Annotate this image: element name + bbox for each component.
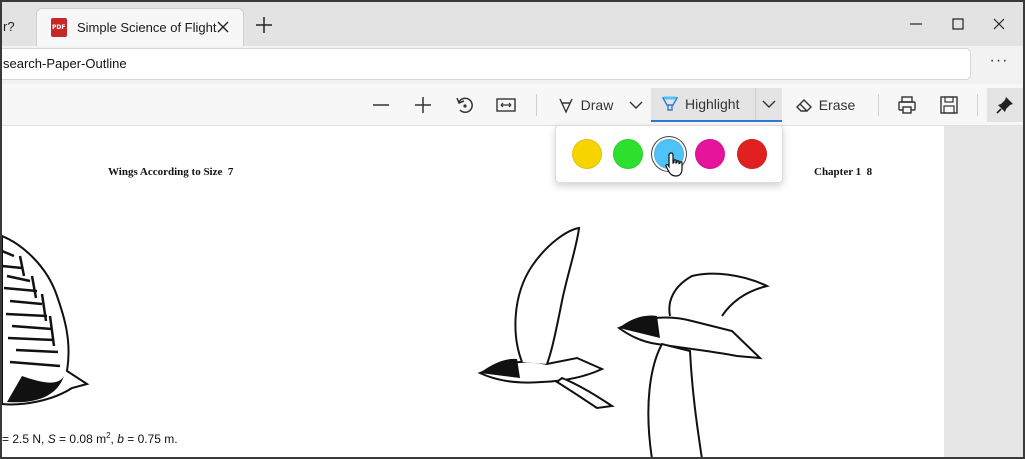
highlight-options-chevron[interactable] (755, 88, 782, 120)
eraser-icon (795, 99, 812, 112)
draw-options-chevron-icon[interactable] (626, 93, 646, 117)
browser-window: r? Simple Science of Flight search-Paper… (0, 0, 1025, 459)
address-row: search-Paper-Outline ··· (2, 46, 1023, 84)
erase-label: Erase (818, 97, 856, 113)
erase-button[interactable]: Erase (794, 93, 856, 117)
pdf-file-icon (51, 18, 67, 37)
minimize-icon[interactable] (904, 12, 928, 36)
gull-drawing-1 (477, 226, 615, 410)
pdf-toolbar: Draw Highlight Erase (2, 84, 1023, 126)
rotate-icon[interactable] (454, 93, 476, 117)
color-swatch-yellow[interactable] (572, 139, 602, 169)
highlight-tool-group: Highlight (651, 88, 782, 122)
previous-tab[interactable]: r? (2, 10, 34, 44)
hand-pointer-cursor-icon (665, 152, 683, 177)
close-window-icon[interactable] (987, 12, 1011, 36)
tab-strip: r? Simple Science of Flight (2, 2, 1023, 46)
pin-icon (996, 97, 1013, 114)
new-tab-plus-icon[interactable] (252, 13, 276, 37)
hawk-drawing (2, 234, 90, 406)
fit-to-page-icon[interactable] (495, 93, 517, 117)
save-icon[interactable] (938, 93, 960, 117)
zoom-out-icon[interactable] (370, 93, 392, 117)
chevron-down-icon (762, 100, 776, 108)
more-options-icon[interactable]: ··· (987, 52, 1011, 70)
toolbar-separator (536, 94, 537, 116)
color-swatch-red[interactable] (737, 139, 767, 169)
pdf-page[interactable]: Wings According to Size 7 Chapter 1 8 = … (2, 126, 944, 457)
gull-drawing-2 (616, 272, 770, 457)
highlight-label: Highlight (685, 96, 740, 112)
color-swatch-pink[interactable] (695, 139, 725, 169)
draw-button[interactable]: Draw (554, 93, 616, 117)
color-swatch-green[interactable] (613, 139, 643, 169)
pin-toolbar-button[interactable] (987, 88, 1023, 122)
tab-simple-science-of-flight[interactable]: Simple Science of Flight (36, 8, 244, 46)
draw-pen-icon (559, 98, 573, 114)
birds-illustration (2, 226, 770, 457)
highlighter-icon (661, 96, 679, 111)
print-icon[interactable] (896, 93, 918, 117)
draw-label: Draw (580, 97, 614, 113)
maximize-icon[interactable] (946, 12, 970, 36)
zoom-in-icon[interactable] (412, 93, 434, 117)
toolbar-separator (878, 94, 879, 116)
tab-title: Simple Science of Flight (77, 20, 217, 35)
highlight-button[interactable]: Highlight (651, 88, 754, 120)
toolbar-separator (977, 94, 978, 116)
figure-caption: = 2.5 N, S = 0.08 m2, b = 0.75 m. (2, 431, 178, 446)
address-bar[interactable]: search-Paper-Outline (2, 48, 971, 80)
document-viewport[interactable]: Wings According to Size 7 Chapter 1 8 = … (2, 126, 1023, 457)
close-tab-icon[interactable] (213, 17, 233, 37)
